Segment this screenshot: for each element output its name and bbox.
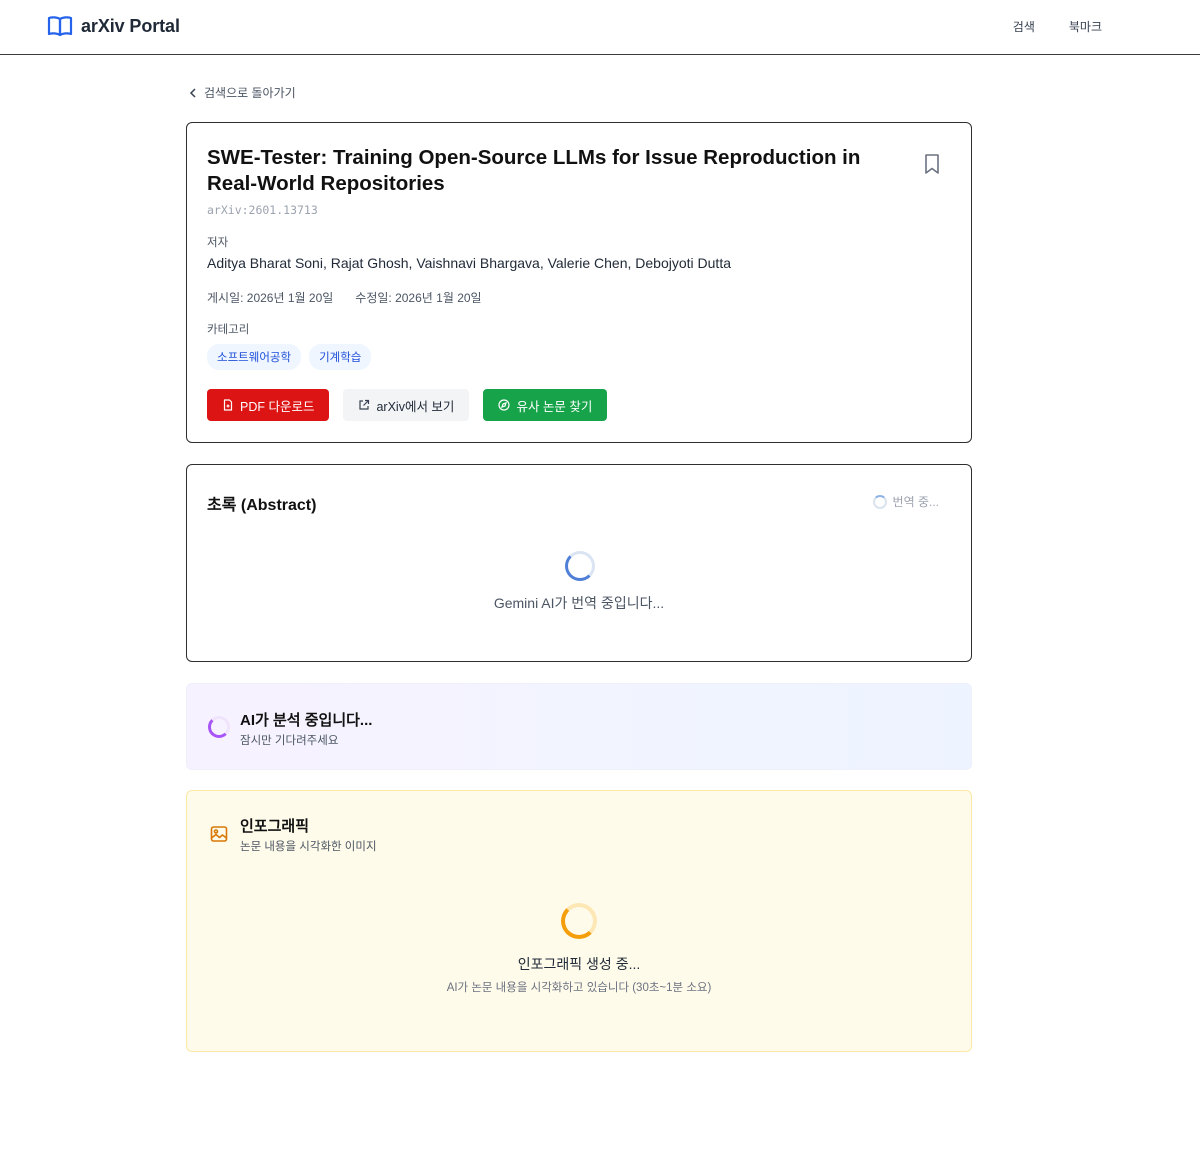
category-tag[interactable]: 기계학습	[309, 344, 372, 370]
view-on-arxiv-button[interactable]: arXiv에서 보기	[343, 389, 470, 421]
paper-detail-card: SWE-Tester: Training Open-Source LLMs fo…	[186, 122, 972, 443]
categories-label: 카테고리	[207, 324, 250, 336]
view-on-arxiv-label: arXiv에서 보기	[376, 399, 455, 414]
loading-spinner-icon	[561, 903, 597, 939]
image-icon	[210, 826, 228, 842]
nav-bookmarks-link[interactable]: 북마크	[1069, 18, 1102, 35]
ai-analysis-title: AI가 분석 중입니다...	[240, 712, 373, 729]
authors-label: 저자	[207, 237, 229, 249]
infographic-loading-detail: AI가 논문 내용을 시각화하고 있습니다 (30초~1분 소요)	[446, 982, 712, 994]
updated-date: 수정일: 2026년 1월 20일	[355, 291, 482, 305]
nav-search-link[interactable]: 검색	[1013, 18, 1035, 35]
file-pdf-icon	[223, 399, 233, 411]
chevron-left-icon	[189, 87, 196, 98]
authors-list: Aditya Bharat Soni, Rajat Ghosh, Vaishna…	[207, 255, 731, 271]
back-to-search-link[interactable]: 검색으로 돌아가기	[188, 84, 296, 101]
pdf-download-label: PDF 다운로드	[240, 399, 315, 414]
pdf-download-button[interactable]: PDF 다운로드	[207, 389, 330, 421]
arxiv-id: arXiv:2601.13713	[207, 203, 318, 217]
ai-analysis-panel: AI가 분석 중입니다... 잠시만 기다려주세요	[186, 683, 972, 770]
loading-spinner-icon	[872, 494, 887, 509]
bookmark-icon[interactable]	[923, 153, 941, 175]
translation-status: 번역 중...	[872, 493, 939, 510]
brand-name: arXiv Portal	[81, 15, 180, 36]
compass-icon	[498, 399, 511, 411]
infographic-panel: 인포그래픽 논문 내용을 시각화한 이미지 인포그래픽 생성 중... AI가 …	[186, 790, 972, 1052]
external-link-icon	[359, 399, 370, 410]
paper-actions: PDF 다운로드 arXiv에서 보기 유사 논문 찾기	[207, 389, 608, 421]
translation-status-label: 번역 중...	[892, 495, 939, 509]
paper-dates: 게시일: 2026년 1월 20일 수정일: 2026년 1월 20일	[207, 289, 482, 306]
category-tags: 소프트웨어공학 기계학습	[207, 344, 372, 370]
published-date: 게시일: 2026년 1월 20일	[207, 291, 334, 305]
category-tag[interactable]: 소프트웨어공학	[207, 344, 302, 370]
paper-title: SWE-Tester: Training Open-Source LLMs fo…	[207, 146, 861, 195]
infographic-title: 인포그래픽	[240, 818, 310, 835]
brand-logo-link[interactable]: arXiv Portal	[47, 14, 180, 38]
abstract-title: 초록 (Abstract)	[207, 497, 317, 514]
back-link-label: 검색으로 돌아가기	[204, 86, 296, 100]
ai-analysis-subtitle: 잠시만 기다려주세요	[240, 735, 339, 747]
infographic-loading-text: 인포그래픽 생성 중...	[517, 956, 641, 972]
main-nav: 검색 북마크	[1013, 18, 1102, 35]
abstract-card: 초록 (Abstract) 번역 중... Gemini AI가 번역 중입니다…	[186, 464, 972, 662]
top-navbar: arXiv Portal 검색 북마크	[0, 0, 1200, 55]
book-open-icon	[47, 16, 73, 37]
abstract-loading-text: Gemini AI가 번역 중입니다...	[493, 595, 665, 611]
loading-spinner-icon	[208, 716, 230, 738]
find-similar-button[interactable]: 유사 논문 찾기	[483, 389, 608, 421]
loading-spinner-icon	[565, 551, 595, 581]
find-similar-label: 유사 논문 찾기	[516, 399, 593, 414]
infographic-subtitle: 논문 내용을 시각화한 이미지	[240, 841, 377, 853]
